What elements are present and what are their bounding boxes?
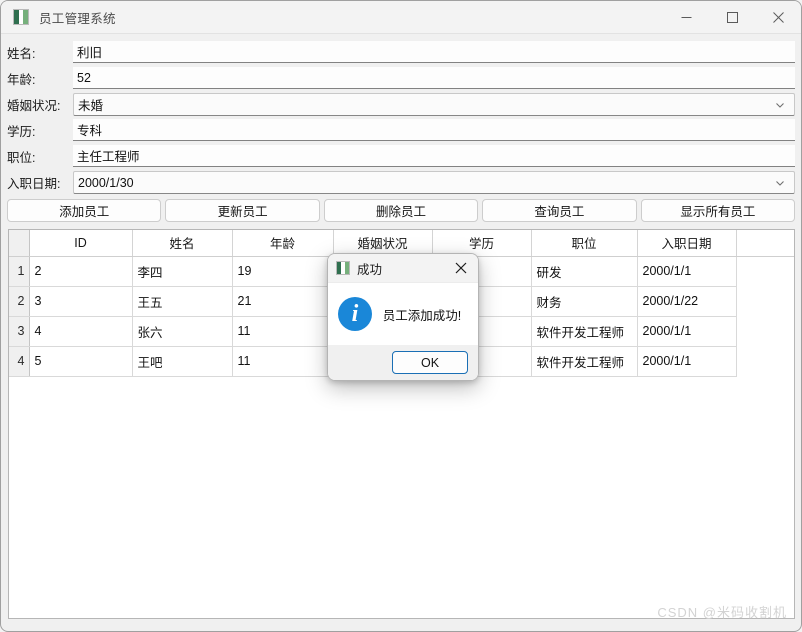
field-wrap-name — [73, 41, 795, 63]
chevron-down-icon — [774, 99, 786, 111]
form-row-position: 职位: — [1, 143, 801, 169]
cell-position[interactable]: 软件开发工程师 — [531, 346, 638, 377]
cell-hire-date[interactable]: 2000/1/1 — [637, 346, 737, 377]
form-row-marital-status: 婚姻状况: 未婚 — [1, 91, 801, 117]
row-number: 1 — [9, 256, 30, 287]
field-wrap-position — [73, 145, 795, 167]
marital-status-value: 未婚 — [78, 99, 104, 113]
cell-id[interactable]: 2 — [29, 256, 133, 287]
success-dialog: 成功 i 员工添加成功! OK — [327, 253, 479, 381]
minimize-icon[interactable] — [663, 1, 709, 34]
window-controls — [663, 1, 801, 34]
cell-hire-date[interactable]: 2000/1/1 — [637, 316, 737, 347]
dialog-title-bar: 成功 — [328, 254, 478, 283]
form-row-name: 姓名: — [1, 39, 801, 65]
chevron-down-icon — [774, 177, 786, 189]
cell-position[interactable]: 研发 — [531, 256, 638, 287]
dialog-body: i 员工添加成功! — [328, 283, 478, 345]
employee-form: 姓名: 年龄: 婚姻状况: 未婚 学历: — [1, 34, 801, 195]
cell-name[interactable]: 李四 — [132, 256, 233, 287]
update-employee-button[interactable]: 更新员工 — [165, 198, 320, 222]
watermark: CSDN @米码收割机 — [657, 605, 787, 620]
cell-age[interactable]: 19 — [232, 256, 334, 287]
cell-position[interactable]: 软件开发工程师 — [531, 316, 638, 347]
title-bar: 员工管理系统 — [1, 1, 801, 34]
form-row-education: 学历: — [1, 117, 801, 143]
cell-hire-date[interactable]: 2000/1/22 — [637, 286, 737, 317]
label-position: 职位: — [7, 150, 36, 165]
close-icon[interactable] — [444, 254, 478, 283]
position-input[interactable] — [73, 145, 795, 167]
ok-button[interactable]: OK — [392, 351, 468, 374]
dialog-footer: OK — [328, 345, 478, 380]
app-icon — [336, 261, 350, 275]
app-icon — [13, 9, 29, 25]
cell-position[interactable]: 财务 — [531, 286, 638, 317]
form-row-age: 年龄: — [1, 65, 801, 91]
cell-id[interactable]: 5 — [29, 346, 133, 377]
field-wrap-age — [73, 67, 795, 89]
info-icon: i — [338, 297, 372, 331]
cell-filler — [736, 346, 794, 376]
cell-age[interactable]: 11 — [232, 316, 334, 347]
query-employee-button[interactable]: 查询员工 — [482, 198, 637, 222]
cell-name[interactable]: 王吧 — [132, 346, 233, 377]
action-button-bar: 添加员工 更新员工 删除员工 查询员工 显示所有员工 — [1, 196, 801, 224]
label-marital-status: 婚姻状况: — [7, 98, 61, 113]
row-number-header — [9, 230, 30, 257]
window-title: 员工管理系统 — [39, 11, 116, 26]
name-input[interactable] — [73, 41, 795, 63]
column-header-age[interactable]: 年龄 — [232, 230, 334, 257]
field-wrap-hire-date: 2000/1/30 — [73, 171, 795, 194]
row-number: 3 — [9, 316, 30, 347]
row-number-filler — [9, 376, 30, 377]
column-header-name[interactable]: 姓名 — [132, 230, 233, 257]
cell-id[interactable]: 4 — [29, 316, 133, 347]
cell-age[interactable]: 11 — [232, 346, 334, 377]
cell-filler — [736, 286, 794, 316]
cell-name[interactable]: 张六 — [132, 316, 233, 347]
column-header-hire-date[interactable]: 入职日期 — [637, 230, 737, 257]
column-header-filler — [736, 230, 794, 257]
label-name: 姓名: — [7, 46, 36, 61]
cell-hire-date[interactable]: 2000/1/1 — [637, 256, 737, 287]
label-education: 学历: — [7, 124, 36, 139]
age-input[interactable] — [73, 67, 795, 89]
form-row-hire-date: 入职日期: 2000/1/30 — [1, 169, 801, 195]
show-all-employees-button[interactable]: 显示所有员工 — [640, 198, 796, 222]
column-header-position[interactable]: 职位 — [531, 230, 638, 257]
row-number: 4 — [9, 346, 30, 377]
dialog-message: 员工添加成功! — [382, 308, 462, 323]
education-input[interactable] — [73, 119, 795, 141]
delete-employee-button[interactable]: 删除员工 — [323, 198, 479, 222]
marital-status-combobox[interactable]: 未婚 — [73, 93, 795, 116]
cell-name[interactable]: 王五 — [132, 286, 233, 317]
cell-age[interactable]: 21 — [232, 286, 334, 317]
application-window: 员工管理系统 姓名: 年龄: 婚姻状况 — [0, 0, 802, 632]
maximize-icon[interactable] — [709, 1, 755, 34]
cell-id[interactable]: 3 — [29, 286, 133, 317]
hire-date-value: 2000/1/30 — [78, 175, 134, 190]
dialog-title: 成功 — [357, 262, 383, 277]
field-wrap-education — [73, 119, 795, 141]
label-hire-date: 入职日期: — [7, 176, 61, 191]
column-header-id[interactable]: ID — [29, 230, 133, 257]
cell-filler — [736, 316, 794, 346]
label-age: 年龄: — [7, 72, 36, 87]
close-icon[interactable] — [755, 1, 801, 34]
hire-date-picker[interactable]: 2000/1/30 — [73, 171, 795, 194]
row-number: 2 — [9, 286, 30, 317]
field-wrap-marital-status: 未婚 — [73, 93, 795, 116]
cell-filler — [736, 256, 794, 286]
add-employee-button[interactable]: 添加员工 — [7, 198, 162, 222]
